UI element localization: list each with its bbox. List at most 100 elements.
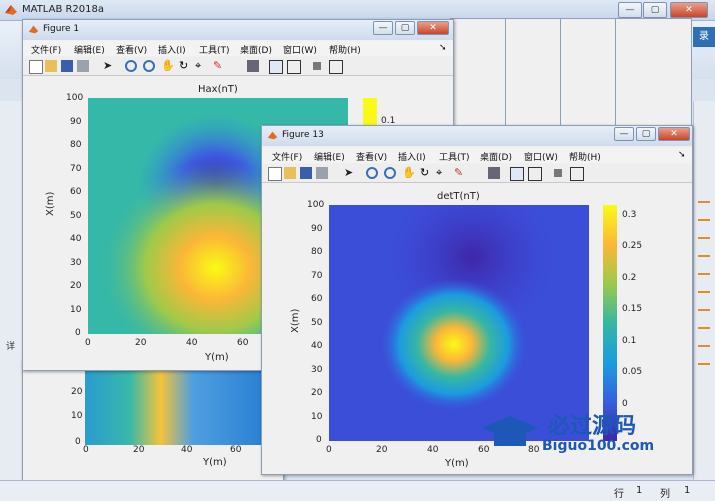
hide-plot-tools-icon[interactable] [554,169,562,177]
login-button[interactable]: 录 [693,27,715,47]
plot-title: detT(nT) [437,191,480,202]
legend-toggle-icon[interactable] [528,167,542,181]
zoom-out-icon[interactable] [143,60,155,72]
xtick: 0 [326,445,332,455]
menu-desktop[interactable]: 桌面(D) [480,150,512,163]
show-plot-tools-icon[interactable] [570,167,584,181]
colorbar-tick: 0.3 [622,210,637,220]
ytick: 80 [70,140,82,150]
xtick: 40 [186,338,198,348]
figure-toolbar: ➤ ✋ ↻ ⌖ ✎ [262,164,692,183]
menu-file[interactable]: 文件(F) [31,43,61,56]
data-cursor-icon[interactable]: ⌖ [195,60,207,72]
print-icon[interactable] [77,60,89,72]
ytick: 20 [71,387,83,397]
close-button[interactable]: ✕ [658,127,690,141]
save-icon[interactable] [61,60,73,72]
hide-plot-tools-icon[interactable] [313,62,321,70]
pointer-icon[interactable]: ➤ [344,167,356,179]
watermark-brand: 必过源码 [548,414,637,439]
minimize-button[interactable]: — [618,2,642,18]
zoom-in-icon[interactable] [125,60,137,72]
ytick: 20 [70,281,82,291]
ytick: 80 [311,247,323,257]
dock-arrow-icon[interactable]: ➘ [678,150,686,160]
link-plot-icon[interactable] [247,60,259,72]
menu-insert[interactable]: 插入(I) [158,43,186,56]
zoom-out-icon[interactable] [384,167,396,179]
close-button[interactable]: ✕ [670,2,708,18]
xtick: 40 [427,445,439,455]
close-button[interactable]: ✕ [417,21,449,35]
brush-icon[interactable]: ✎ [213,60,225,72]
plot-area-behind[interactable] [85,367,265,445]
ytick: 30 [70,258,82,268]
ytick: 30 [311,365,323,375]
link-plot-icon[interactable] [488,167,500,179]
ylabel: X(m) [45,191,56,216]
maximize-button[interactable]: ▢ [636,127,656,141]
menu-insert[interactable]: 插入(I) [398,150,426,163]
figure-toolbar: ➤ ✋ ↻ ⌖ ✎ [23,57,453,76]
status-row-value: 1 [636,485,643,496]
menu-file[interactable]: 文件(F) [272,150,302,163]
menu-help[interactable]: 帮助(H) [569,150,601,163]
menu-edit[interactable]: 编辑(E) [314,150,345,163]
figure-title-bar: Figure 1 — ▢ ✕ [23,20,453,40]
menu-help[interactable]: 帮助(H) [329,43,361,56]
maximize-button[interactable]: ▢ [395,21,415,35]
figure-window-behind[interactable]: 20 10 0 0 20 40 60 Y(m) [22,360,284,482]
new-figure-icon[interactable] [268,167,282,181]
pan-icon[interactable]: ✋ [161,60,175,72]
rotate-icon[interactable]: ↻ [420,167,432,179]
status-bar: 行 1 列 1 [0,480,715,501]
ytick: 40 [311,341,323,351]
details-label: 详 [6,342,16,352]
ylabel: X(m) [290,308,301,333]
pointer-icon[interactable]: ➤ [103,60,115,72]
contour-plot-dett[interactable] [329,205,589,441]
watermark: 必过源码 Biguo100.com [480,408,710,458]
open-file-icon[interactable] [45,60,57,72]
menu-bar: 文件(F) 编辑(E) 查看(V) 插入(I) 工具(T) 桌面(D) 窗口(W… [262,148,692,163]
xtick: 60 [237,338,249,348]
menu-window[interactable]: 窗口(W) [283,43,317,56]
save-icon[interactable] [300,167,312,179]
colorbar-toggle-icon[interactable] [510,167,524,181]
ytick: 100 [66,93,84,103]
data-cursor-icon[interactable]: ⌖ [436,167,448,179]
menu-view[interactable]: 查看(V) [356,150,387,163]
brush-icon[interactable]: ✎ [454,167,466,179]
menu-window[interactable]: 窗口(W) [524,150,558,163]
open-file-icon[interactable] [284,167,296,179]
dock-arrow-icon[interactable]: ➘ [439,43,447,53]
show-plot-tools-icon[interactable] [329,60,343,74]
new-figure-icon[interactable] [29,60,43,74]
matlab-logo-icon [267,131,278,140]
graduation-cap-icon [482,416,538,446]
ytick: 60 [311,294,323,304]
zoom-in-icon[interactable] [366,167,378,179]
colorbar [603,205,617,441]
menu-tools[interactable]: 工具(T) [439,150,470,163]
maximize-button[interactable]: ▢ [643,2,667,18]
legend-toggle-icon[interactable] [287,60,301,74]
pan-icon[interactable]: ✋ [402,167,416,179]
rotate-icon[interactable]: ↻ [179,60,191,72]
print-icon[interactable] [316,167,328,179]
menu-desktop[interactable]: 桌面(D) [240,43,272,56]
menu-tools[interactable]: 工具(T) [199,43,230,56]
menu-view[interactable]: 查看(V) [116,43,147,56]
ytick: 0 [75,437,81,447]
ytick: 50 [311,318,323,328]
minimize-button[interactable]: — [614,127,634,141]
colorbar-toggle-icon[interactable] [269,60,283,74]
ytick: 60 [70,187,82,197]
ytick: 10 [71,411,83,421]
menu-edit[interactable]: 编辑(E) [74,43,105,56]
minimize-button[interactable]: — [373,21,393,35]
figure-title: Figure 13 [282,130,324,140]
xlabel: Y(m) [445,458,469,469]
xtick: 20 [376,445,388,455]
matlab-logo-icon [28,25,39,34]
